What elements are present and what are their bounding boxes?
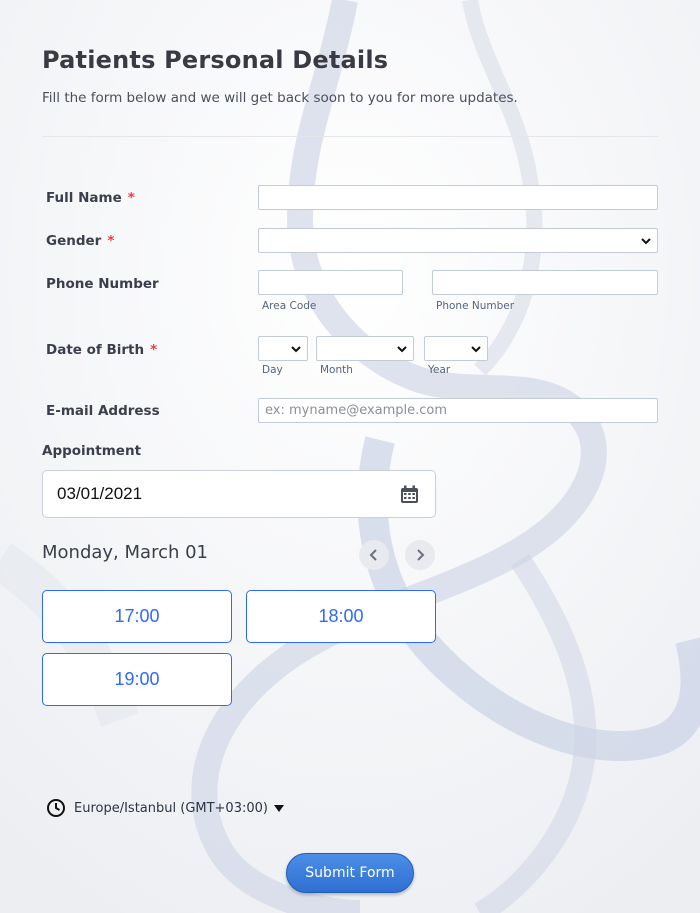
submit-button[interactable]: Submit Form [286,853,414,893]
dob-year-sublabel: Year [428,364,451,376]
area-code-input[interactable] [259,271,402,294]
full-name-label: Full Name * [46,190,135,206]
dob-day-select[interactable] [258,336,308,361]
chevron-left-icon [369,549,377,561]
dob-day-sublabel: Day [262,364,283,376]
chevron-down-icon [291,346,301,353]
timezone-selector[interactable]: Europe/Istanbul (GMT+03:00) [46,798,293,818]
clock-icon [47,799,65,817]
required-mark: * [107,233,115,249]
chevron-down-icon [471,346,481,353]
chevron-right-icon [417,549,425,561]
phone-label-text: Phone Number [46,276,159,292]
full-name-label-text: Full Name [46,190,122,206]
time-slot[interactable]: 18:00 [246,590,436,643]
email-label: E-mail Address [46,403,160,419]
caret-down-icon [273,805,284,812]
timezone-label: Europe/Istanbul (GMT+03:00) [74,800,268,816]
email-label-text: E-mail Address [46,403,160,419]
form-container: Patients Personal Details Fill the form … [0,0,700,913]
gender-label-text: Gender [46,233,102,249]
appointment-date-input[interactable]: 03/01/2021 [42,470,436,518]
divider [42,136,658,137]
dob-year-select[interactable] [424,336,488,361]
next-day-button[interactable] [405,540,435,570]
dob-month-select[interactable] [316,336,414,361]
area-code-field[interactable] [258,270,403,295]
form-subtitle: Fill the form below and we will get back… [42,90,518,106]
email-field[interactable] [258,398,658,423]
full-name-field[interactable] [258,185,658,210]
time-slot[interactable]: 19:00 [42,653,232,706]
phone-number-field[interactable] [432,270,658,295]
appointment-day-heading: Monday, March 01 [42,542,208,563]
form-title: Patients Personal Details [42,46,389,74]
phone-label: Phone Number [46,276,159,292]
area-code-sublabel: Area Code [262,300,317,312]
calendar-icon[interactable] [400,485,419,504]
appointment-date-value: 03/01/2021 [57,484,143,503]
appointment-label: Appointment [42,443,142,459]
full-name-input[interactable] [259,186,657,209]
gender-label: Gender * [46,233,114,249]
required-mark: * [127,190,135,206]
dob-month-sublabel: Month [320,364,353,376]
email-input[interactable] [259,399,657,422]
phone-number-sublabel: Phone Number [436,300,515,312]
chevron-down-icon [641,238,651,245]
dob-label: Date of Birth * [46,342,157,358]
gender-select[interactable] [258,228,658,253]
phone-number-input[interactable] [433,271,657,294]
required-mark: * [150,342,158,358]
dob-label-text: Date of Birth [46,342,145,358]
prev-day-button[interactable] [359,540,389,570]
chevron-down-icon [397,346,407,353]
time-slot[interactable]: 17:00 [42,590,232,643]
